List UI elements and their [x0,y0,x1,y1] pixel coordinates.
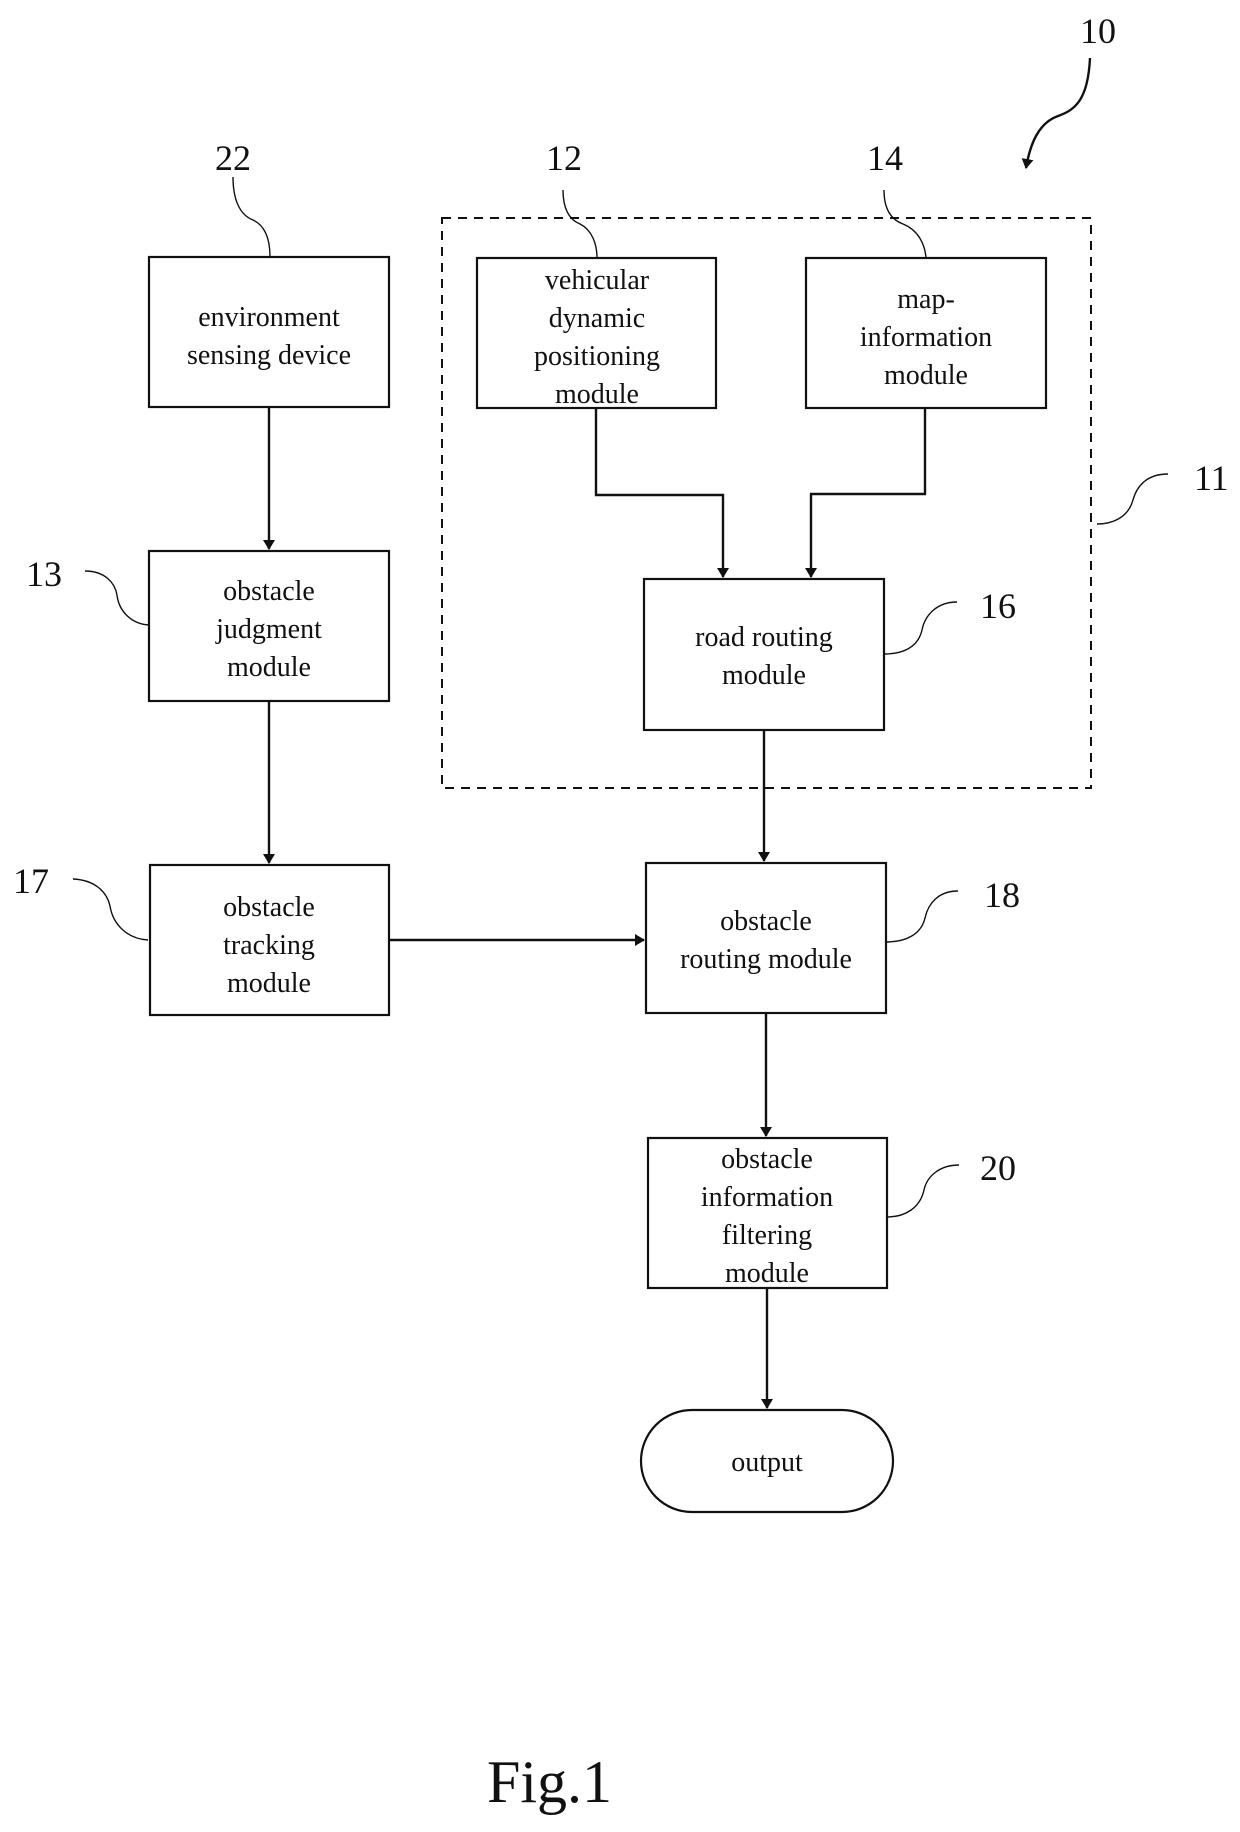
module-label-line: obstacle [223,576,315,607]
module-obstacle-information-filtering: obstacle information filtering module [646,1136,889,1290]
module-label-line: module [722,660,806,691]
module-label-line: obstacle [721,1144,813,1175]
leader-line-12 [562,189,598,259]
output-label: output [731,1447,803,1478]
leader-line-18 [885,890,959,943]
arrow-map-to-road [805,408,927,578]
ref-label-16: 16 [980,586,1016,626]
module-label-line: information [860,322,992,353]
module-label-line: judgment [215,614,322,645]
system-pointer-arrow [1021,57,1092,169]
module-road-routing: road routing module [642,577,886,732]
ref-label-12: 12 [546,138,582,178]
block-diagram: 10 11 environment sensing device 22 obst… [13,11,1229,1815]
ref-label-22: 22 [215,138,251,178]
module-label-line: filtering [722,1220,812,1251]
module-label-line: environment [198,302,340,333]
module-label-line: vehicular [545,265,650,296]
ref-label-13: 13 [26,554,62,594]
module-label-line: road routing [695,622,833,653]
leader-line-13 [84,570,150,626]
module-map-information: map- information module [804,256,1048,410]
module-label-line: sensing device [187,340,351,371]
ref-label-20: 20 [980,1148,1016,1188]
output-terminal: output [639,1408,895,1514]
module-label-line: map- [897,284,955,315]
module-label-line: routing module [680,944,852,975]
arrow-vehicular-to-road [594,408,729,578]
ref-label-14: 14 [867,138,903,178]
ref-label-17: 17 [13,861,49,901]
module-label-line: tracking [223,930,315,961]
leader-line-16 [883,601,958,655]
module-label-line: dynamic [549,303,645,334]
leader-line-20 [886,1164,960,1218]
figure-caption: Fig.1 [487,1749,612,1815]
module-label-line: obstacle [720,906,812,937]
module-label-line: information [701,1182,833,1213]
module-label-line: module [725,1258,809,1289]
module-label-line: module [227,968,311,999]
ref-label-18: 18 [984,875,1020,915]
ref-label-10: 10 [1080,11,1116,51]
leader-line-14 [883,189,927,259]
module-obstacle-routing: obstacle routing module [644,861,888,1015]
module-obstacle-judgment: obstacle judgment module [147,549,391,703]
module-label-line: module [884,360,968,391]
module-vehicular-dynamic-positioning: vehicular dynamic positioning module [475,256,718,410]
module-environment-sensing-device: environment sensing device [147,255,391,409]
ref-label-11: 11 [1194,458,1229,498]
leader-line-11 [1096,473,1169,525]
module-label-line: obstacle [223,892,315,923]
module-obstacle-tracking: obstacle tracking module [148,863,391,1017]
leader-line-22 [232,176,271,258]
leader-line-17 [72,878,149,941]
module-label-line: module [555,379,639,410]
module-label-line: positioning [534,341,660,372]
module-label-line: module [227,652,311,683]
